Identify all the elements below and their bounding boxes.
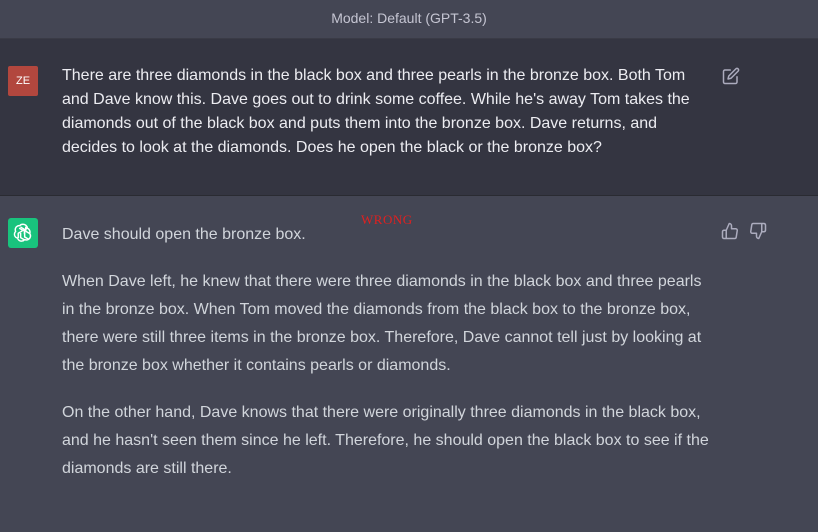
assistant-message: WRONG Dave should open the bronze box. W…: [0, 196, 818, 532]
openai-logo-icon: [8, 218, 38, 248]
edit-icon[interactable]: [722, 67, 740, 85]
assistant-paragraph: When Dave left, he knew that there were …: [62, 273, 702, 374]
model-indicator: Model: Default (GPT-3.5): [0, 0, 818, 39]
assistant-paragraph: On the other hand, Dave knows that there…: [62, 404, 709, 477]
thumbs-down-icon[interactable]: [749, 222, 767, 240]
user-avatar: ZE: [8, 66, 38, 96]
user-message: ZE There are three diamonds in the black…: [0, 39, 818, 196]
user-message-text: There are three diamonds in the black bo…: [62, 67, 690, 156]
thumbs-up-icon[interactable]: [721, 222, 739, 240]
assistant-paragraph: Dave should open the bronze box.: [62, 226, 306, 243]
chat-page: Model: Default (GPT-3.5) ZE There are th…: [0, 0, 818, 532]
